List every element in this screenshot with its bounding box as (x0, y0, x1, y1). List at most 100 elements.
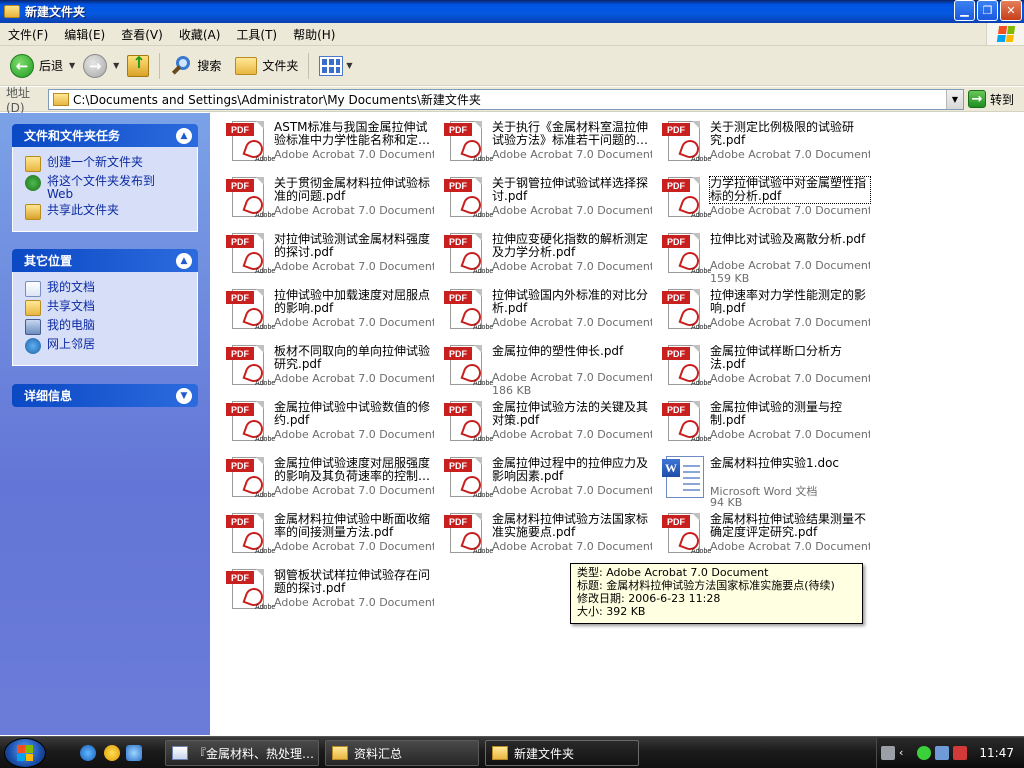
folders-button[interactable]: 文件夹 (231, 50, 302, 82)
file-item[interactable]: Adobe PDF 拉伸速率对力学性能测定的影响.pdf Adobe Acrobat … (654, 283, 870, 335)
file-name[interactable]: 金属材料拉伸实验1.doc (710, 457, 870, 470)
chevron-up-icon[interactable]: ▲ (176, 252, 192, 269)
file-item[interactable]: Adobe PDF 力学拉伸试验中对金属塑性指标的分析.pdf Adobe Acrob… (654, 171, 871, 223)
chevron-down-icon[interactable]: ▼ (176, 387, 192, 404)
task-label: 创建一个新文件夹 (47, 155, 144, 169)
file-name[interactable]: 拉伸应变硬化指数的解析测定及力学分析.pdf (492, 233, 652, 259)
menu-view[interactable]: 查看(V) (113, 26, 171, 43)
file-item[interactable]: Adobe PDF 钢管板状试样拉伸试验存在问题的探讨.pdf Adobe Acrob… (218, 563, 434, 615)
file-item[interactable]: Adobe PDF 拉伸比对试验及离散分析.pdf Adobe Acrobat 7.0… (654, 227, 870, 285)
file-item[interactable]: Adobe PDF 金属拉伸的塑性伸长.pdf Adobe Acrobat 7.0 D… (436, 339, 652, 397)
address-path[interactable]: C:\Documents and Settings\Administrator\… (73, 91, 481, 108)
file-name[interactable]: 关于贯彻金属材料拉伸试验标准的问题.pdf (274, 177, 434, 203)
taskbar-task[interactable]: 资料汇总 (325, 740, 479, 766)
back-button[interactable]: ← 后退 ▼ (6, 50, 79, 82)
file-name[interactable]: 板材不同取向的单向拉伸试验研究.pdf (274, 345, 434, 371)
other-places-header[interactable]: 其它位置 ▲ (12, 249, 198, 272)
file-name[interactable]: 关于钢管拉伸试验试样选择探讨.pdf (492, 177, 652, 203)
file-name[interactable]: 钢管板状试样拉伸试验存在问题的探讨.pdf (274, 569, 434, 595)
network-icon[interactable] (935, 746, 949, 760)
maximize-button[interactable]: ❐ (977, 0, 998, 21)
place-my-documents[interactable]: 我的文档 (25, 281, 187, 297)
taskbar-task[interactable]: 『金属材料、热处理… (165, 740, 319, 766)
file-name[interactable]: 拉伸试验国内外标准的对比分析.pdf (492, 289, 652, 315)
file-name[interactable]: 力学拉伸试验中对金属塑性指标的分析.pdf (709, 176, 871, 204)
file-item[interactable]: Adobe PDF 关于贯彻金属材料拉伸试验标准的问题.pdf Adobe Acrob… (218, 171, 434, 223)
file-item[interactable]: W 金属材料拉伸实验1.doc Microsoft Word 文档 94 KB (654, 451, 870, 509)
file-name[interactable]: 金属拉伸试样断口分析方法.pdf (710, 345, 870, 371)
minimize-button[interactable]: ▁ (954, 0, 975, 21)
file-name[interactable]: ASTM标准与我国金属拉伸试验标准中力学性能名称和定… (274, 121, 434, 147)
task-share-folder[interactable]: 共享此文件夹 (25, 204, 187, 220)
file-item[interactable]: Adobe PDF ASTM标准与我国金属拉伸试验标准中力学性能名称和定… Adobe… (218, 115, 434, 167)
file-name[interactable]: 金属拉伸试验中试验数值的修约.pdf (274, 401, 434, 427)
folder-icon (332, 746, 348, 760)
security-icon[interactable] (953, 746, 967, 760)
address-input[interactable]: C:\Documents and Settings\Administrator\… (48, 89, 964, 110)
go-button[interactable]: → 转到 (968, 90, 1014, 108)
menu-edit[interactable]: 编辑(E) (56, 26, 113, 43)
file-name[interactable]: 拉伸比对试验及离散分析.pdf (710, 233, 870, 246)
place-shared-documents[interactable]: 共享文档 (25, 300, 187, 316)
file-item[interactable]: Adobe PDF 金属拉伸过程中的拉伸应力及影响因素.pdf Adobe Acrob… (436, 451, 652, 503)
menu-help[interactable]: 帮助(H) (285, 26, 343, 43)
file-item[interactable]: Adobe PDF 拉伸应变硬化指数的解析测定及力学分析.pdf Adobe Acro… (436, 227, 652, 279)
file-item[interactable]: Adobe PDF 金属材料拉伸试验方法国家标准实施要点.pdf Adobe Acro… (436, 507, 652, 559)
chevron-down-icon[interactable]: ▼ (946, 90, 963, 109)
search-button[interactable]: 搜索 (166, 50, 225, 82)
file-item[interactable]: Adobe PDF 板材不同取向的单向拉伸试验研究.pdf Adobe Acrobat… (218, 339, 434, 391)
file-item[interactable]: Adobe PDF 金属拉伸试验中试验数值的修约.pdf Adobe Acrobat … (218, 395, 434, 447)
keyboard-icon[interactable] (881, 746, 895, 760)
file-item[interactable]: Adobe PDF 关于执行《金属材料室温拉伸试验方法》标准若干问题的… Adobe … (436, 115, 652, 167)
start-button[interactable] (4, 738, 46, 768)
file-name[interactable]: 对拉伸试验测试金属材料强度的探讨.pdf (274, 233, 434, 259)
file-item[interactable]: Adobe PDF 拉伸试验国内外标准的对比分析.pdf Adobe Acrobat … (436, 283, 652, 335)
views-button[interactable]: ▼ (315, 50, 356, 82)
file-name[interactable]: 金属拉伸试验速度对屈服强度的影响及其负荷速率的控制… (274, 457, 434, 483)
file-name[interactable]: 拉伸速率对力学性能测定的影响.pdf (710, 289, 870, 315)
file-item[interactable]: Adobe PDF 金属拉伸试验方法的关键及其对策.pdf Adobe Acrobat… (436, 395, 652, 447)
file-name[interactable]: 拉伸试验中加载速度对屈服点的影响.pdf (274, 289, 434, 315)
file-name[interactable]: 金属材料拉伸试验中断面收缩率的间接测量方法.pdf (274, 513, 434, 539)
pdf-file-icon: Adobe PDF (662, 287, 711, 331)
taskbar-task-active[interactable]: 新建文件夹 (485, 740, 639, 766)
file-name[interactable]: 金属材料拉伸试验结果测量不确定度评定研究.pdf (710, 513, 870, 539)
browser-icon[interactable] (126, 745, 142, 761)
menu-tools[interactable]: 工具(T) (228, 26, 285, 43)
file-name[interactable]: 关于执行《金属材料室温拉伸试验方法》标准若干问题的… (492, 121, 652, 147)
chevron-left-icon[interactable]: ‹ (899, 746, 913, 760)
file-tasks-header[interactable]: 文件和文件夹任务 ▲ (12, 124, 198, 147)
qq-icon[interactable] (104, 745, 120, 761)
details-header[interactable]: 详细信息 ▼ (12, 384, 198, 407)
internet-explorer-icon[interactable] (80, 745, 96, 761)
file-name[interactable]: 金属拉伸试验的测量与控制.pdf (710, 401, 870, 427)
chevron-down-icon[interactable]: ▼ (113, 61, 119, 70)
chevron-up-icon[interactable]: ▲ (176, 127, 192, 144)
file-item[interactable]: Adobe PDF 金属拉伸试验的测量与控制.pdf Adobe Acrobat 7.… (654, 395, 870, 447)
file-item[interactable]: Adobe PDF 关于钢管拉伸试验试样选择探讨.pdf Adobe Acrobat … (436, 171, 652, 223)
file-name[interactable]: 金属拉伸试验方法的关键及其对策.pdf (492, 401, 652, 427)
task-new-folder[interactable]: 创建一个新文件夹 (25, 156, 187, 172)
chevron-down-icon[interactable]: ▼ (69, 61, 75, 70)
file-item[interactable]: Adobe PDF 对拉伸试验测试金属材料强度的探讨.pdf Adobe Acroba… (218, 227, 434, 279)
antivirus-icon[interactable] (917, 746, 931, 760)
file-item[interactable]: Adobe PDF 金属拉伸试样断口分析方法.pdf Adobe Acrobat 7.… (654, 339, 870, 391)
file-name[interactable]: 关于测定比例极限的试验研究.pdf (710, 121, 870, 147)
menu-file[interactable]: 文件(F) (0, 26, 56, 43)
task-publish-web[interactable]: 将这个文件夹发布到 Web (25, 175, 187, 201)
file-item[interactable]: Adobe PDF 金属材料拉伸试验中断面收缩率的间接测量方法.pdf Adobe A… (218, 507, 434, 559)
file-name[interactable]: 金属拉伸过程中的拉伸应力及影响因素.pdf (492, 457, 652, 483)
file-name[interactable]: 金属材料拉伸试验方法国家标准实施要点.pdf (492, 513, 652, 539)
forward-button[interactable]: → ▼ (79, 50, 123, 82)
place-network[interactable]: 网上邻居 (25, 338, 187, 354)
file-item[interactable]: Adobe PDF 拉伸试验中加载速度对屈服点的影响.pdf Adobe Acroba… (218, 283, 434, 335)
chevron-down-icon[interactable]: ▼ (346, 61, 352, 70)
menu-favorites[interactable]: 收藏(A) (171, 26, 229, 43)
file-item[interactable]: Adobe PDF 金属材料拉伸试验结果测量不确定度评定研究.pdf Adobe Ac… (654, 507, 870, 559)
file-item[interactable]: Adobe PDF 关于测定比例极限的试验研究.pdf Adobe Acrobat 7… (654, 115, 870, 167)
place-my-computer[interactable]: 我的电脑 (25, 319, 187, 335)
up-button[interactable] (123, 50, 153, 82)
file-name[interactable]: 金属拉伸的塑性伸长.pdf (492, 345, 652, 358)
close-button[interactable]: ✕ (1000, 0, 1022, 21)
file-item[interactable]: Adobe PDF 金属拉伸试验速度对屈服强度的影响及其负荷速率的控制… Adobe … (218, 451, 434, 503)
